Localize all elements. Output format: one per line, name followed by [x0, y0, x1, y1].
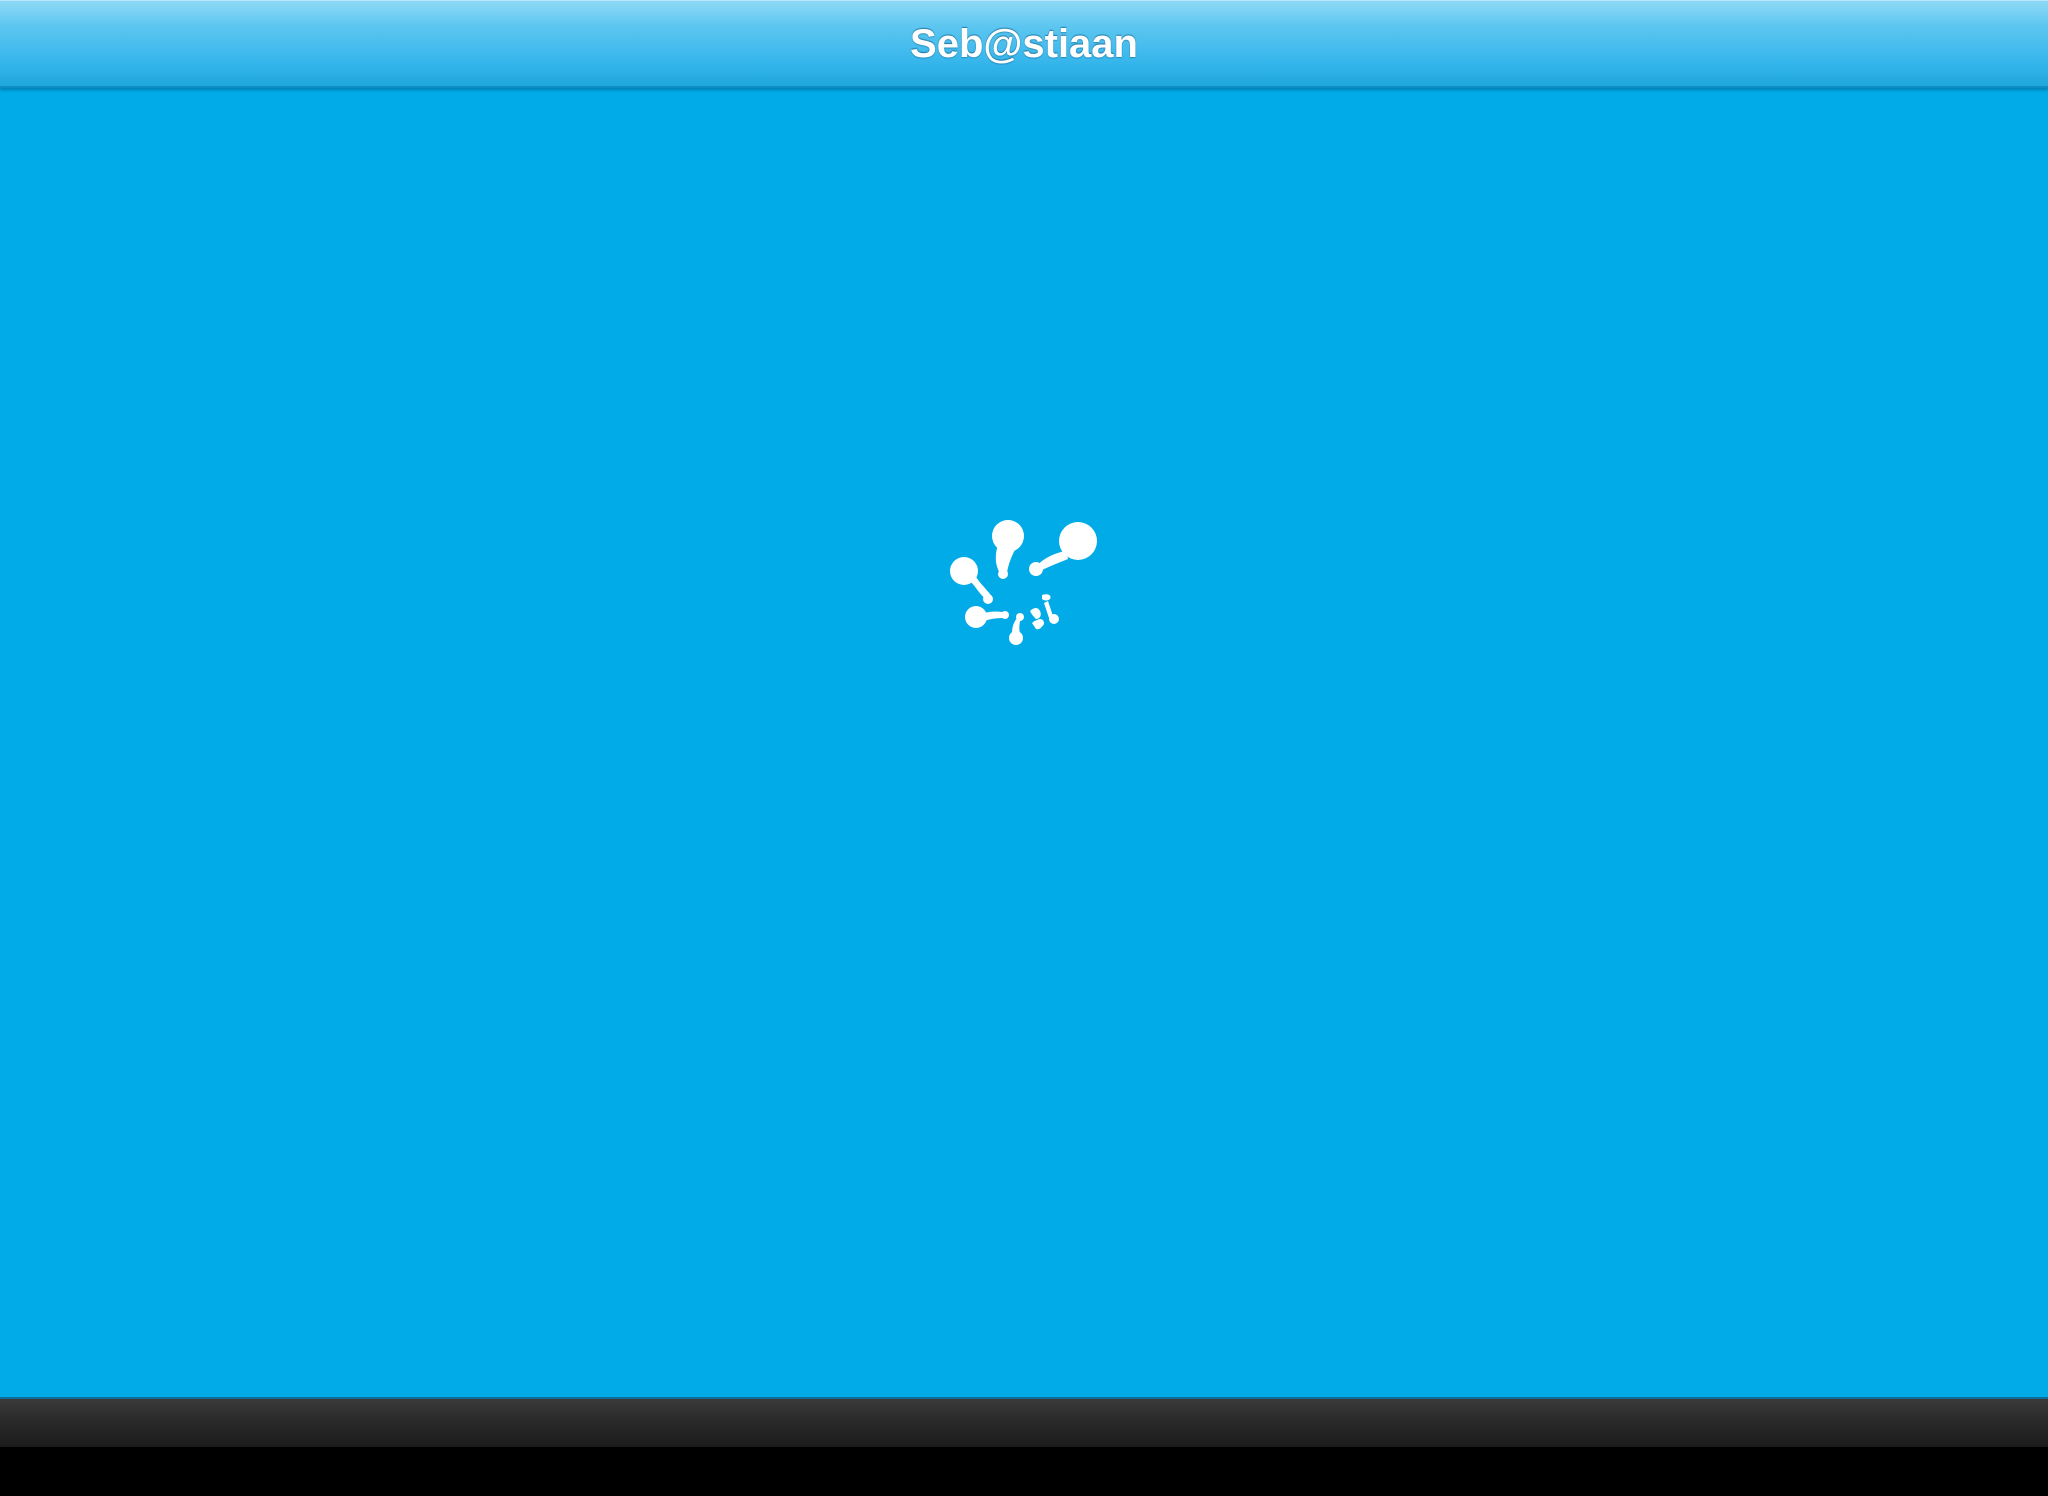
bottom-toolbar	[0, 1397, 2048, 1447]
title-bar: Seb@stiaan	[0, 0, 2048, 88]
app-window: Seb@stiaan	[0, 0, 2048, 1496]
bottom-edge	[0, 1447, 2048, 1496]
loading-blob-icon	[950, 520, 1097, 645]
main-content	[0, 90, 2048, 1397]
app-title: Seb@stiaan	[910, 22, 1138, 66]
